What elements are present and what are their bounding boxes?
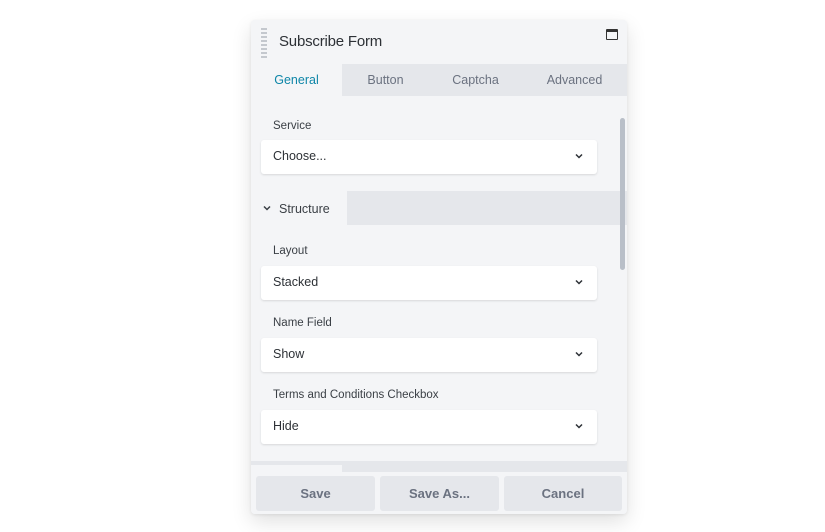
structure-section-label: Structure [279, 202, 330, 216]
panel-title: Subscribe Form [279, 33, 383, 50]
name-field-select[interactable]: Show [261, 338, 597, 372]
terms-checkbox-value: Hide [273, 419, 299, 433]
settings-body: Service Choose... Structure Layout Stack… [251, 96, 627, 472]
tab-captcha[interactable]: Captcha [429, 64, 522, 96]
subscribe-form-panel: Subscribe Form General Button Captcha Ad… [251, 20, 627, 514]
panel-footer: Save Save As... Cancel [251, 472, 627, 514]
drag-handle-icon[interactable] [261, 28, 267, 58]
panel-header[interactable]: Subscribe Form [251, 20, 627, 64]
service-value: Choose... [273, 149, 327, 163]
structure-section-bar: Structure [251, 191, 627, 225]
service-select[interactable]: Choose... [261, 140, 597, 174]
terms-checkbox-label: Terms and Conditions Checkbox [273, 389, 439, 401]
structure-section-toggle[interactable]: Structure [251, 191, 347, 225]
maximize-icon[interactable] [606, 29, 618, 40]
tab-button[interactable]: Button [342, 64, 429, 96]
name-field-label: Name Field [273, 317, 332, 329]
chevron-down-icon [575, 153, 583, 159]
chevron-down-icon [575, 351, 583, 357]
tab-bar: General Button Captcha Advanced [251, 64, 627, 96]
next-section-bar [251, 461, 627, 472]
layout-select[interactable]: Stacked [261, 266, 597, 300]
chevron-down-icon [575, 279, 583, 285]
save-as-button[interactable]: Save As... [380, 476, 499, 511]
tab-advanced[interactable]: Advanced [522, 64, 627, 96]
terms-checkbox-select[interactable]: Hide [261, 410, 597, 444]
name-field-value: Show [273, 347, 305, 361]
cancel-button[interactable]: Cancel [504, 476, 622, 511]
chevron-down-icon [263, 205, 271, 211]
save-button[interactable]: Save [256, 476, 375, 511]
chevron-down-icon [575, 423, 583, 429]
layout-label: Layout [273, 245, 308, 257]
layout-value: Stacked [273, 275, 319, 289]
scrollbar[interactable] [620, 118, 625, 270]
service-label: Service [273, 120, 312, 132]
next-section-toggle[interactable] [251, 465, 342, 472]
tab-general[interactable]: General [251, 64, 342, 96]
